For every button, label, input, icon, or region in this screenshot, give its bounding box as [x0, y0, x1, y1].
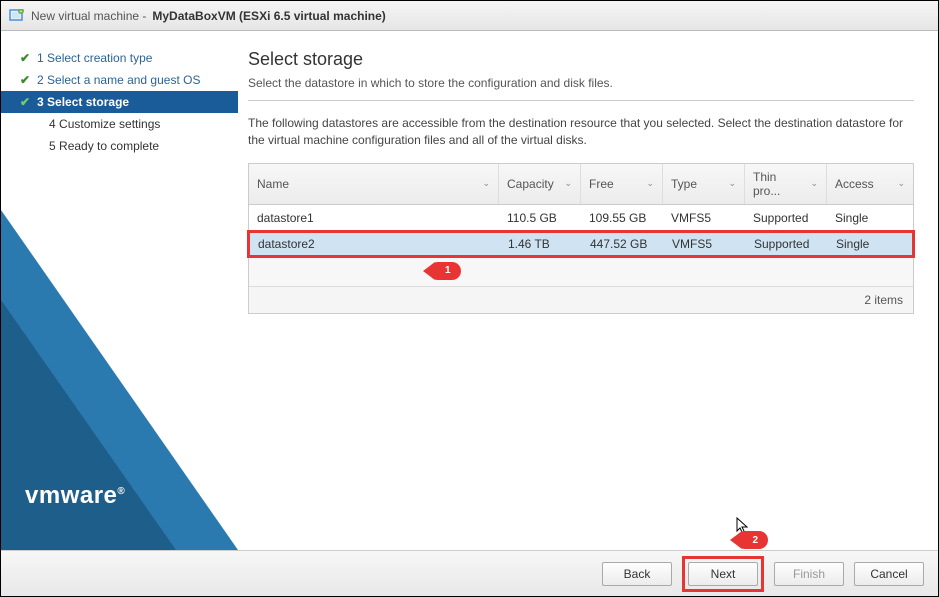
step-label: 4 Customize settings	[37, 117, 228, 131]
sort-caret-icon: ⌄	[646, 178, 654, 189]
table-header: Name⌄ Capacity⌄ Free⌄ Type⌄ Thin pro...⌄…	[249, 164, 913, 205]
table-row[interactable]: datastore1 110.5 GB 109.55 GB VMFS5 Supp…	[249, 205, 913, 232]
cell-free: 109.55 GB	[581, 205, 663, 231]
cell-capacity: 1.46 TB	[500, 233, 582, 255]
sort-caret-icon: ⌄	[810, 178, 818, 189]
col-access[interactable]: Access⌄	[827, 164, 913, 204]
wizard-footer: 2 Back Next Finish Cancel	[1, 550, 938, 596]
col-free[interactable]: Free⌄	[581, 164, 663, 204]
step-ready-to-complete[interactable]: ✔ 5 Ready to complete	[1, 135, 238, 157]
sort-caret-icon: ⌄	[482, 178, 490, 189]
title-prefix: New virtual machine -	[31, 9, 146, 23]
annotation-callout-2: 2	[736, 531, 768, 549]
main-content: Select storage Select the datastore in w…	[238, 31, 938, 550]
page-title: Select storage	[248, 49, 914, 70]
step-label: 2 Select a name and guest OS	[37, 73, 228, 87]
vm-icon: +	[9, 9, 25, 23]
next-button-highlight: Next	[682, 556, 764, 592]
step-customize-settings[interactable]: ✔ 4 Customize settings	[1, 113, 238, 135]
datastore-table: Name⌄ Capacity⌄ Free⌄ Type⌄ Thin pro...⌄…	[248, 163, 914, 314]
col-name[interactable]: Name⌄	[249, 164, 499, 204]
sort-caret-icon: ⌄	[728, 178, 736, 189]
sort-caret-icon: ⌄	[564, 178, 572, 189]
cell-capacity: 110.5 GB	[499, 205, 581, 231]
step-select-name-guest-os[interactable]: ✔ 2 Select a name and guest OS	[1, 69, 238, 91]
back-button[interactable]: Back	[602, 562, 672, 586]
table-footer: 2 items	[249, 286, 913, 313]
wizard-dialog: + New virtual machine - MyDataBoxVM (ESX…	[0, 0, 939, 597]
step-select-storage[interactable]: ✔ 3 Select storage	[1, 91, 238, 113]
cell-access: Single	[827, 205, 913, 231]
divider	[248, 100, 914, 101]
annotation-callout-1: 1	[429, 262, 461, 280]
cancel-button[interactable]: Cancel	[854, 562, 924, 586]
vmware-logo: vmware®	[25, 482, 125, 510]
col-thin-provisioning[interactable]: Thin pro...⌄	[745, 164, 827, 204]
steps-list: ✔ 1 Select creation type ✔ 2 Select a na…	[1, 31, 238, 157]
step-label: 1 Select creation type	[37, 51, 228, 65]
finish-button: Finish	[774, 562, 844, 586]
step-label: 3 Select storage	[37, 95, 228, 109]
checkmark-icon: ✔	[19, 95, 31, 109]
next-button[interactable]: Next	[688, 562, 758, 586]
wizard-steps-sidebar: ✔ 1 Select creation type ✔ 2 Select a na…	[1, 31, 238, 550]
svg-text:+: +	[20, 9, 23, 15]
cell-type: VMFS5	[663, 205, 745, 231]
title-vm-name: MyDataBoxVM (ESXi 6.5 virtual machine)	[152, 9, 385, 23]
cell-access: Single	[828, 233, 912, 255]
cell-type: VMFS5	[664, 233, 746, 255]
titlebar[interactable]: + New virtual machine - MyDataBoxVM (ESX…	[1, 1, 938, 31]
cell-thin: Supported	[746, 233, 828, 255]
page-description: The following datastores are accessible …	[248, 115, 914, 149]
table-spacer: 1	[249, 256, 913, 286]
sort-caret-icon: ⌄	[897, 178, 905, 189]
cell-name: datastore1	[249, 205, 499, 231]
checkmark-icon: ✔	[19, 51, 31, 65]
checkmark-icon: ✔	[19, 73, 31, 87]
cell-free: 447.52 GB	[582, 233, 664, 255]
cell-name: datastore2	[250, 233, 500, 255]
table-row-selected[interactable]: datastore2 1.46 TB 447.52 GB VMFS5 Suppo…	[247, 230, 915, 258]
step-label: 5 Ready to complete	[37, 139, 228, 153]
page-subtitle: Select the datastore in which to store t…	[248, 76, 914, 90]
cell-thin: Supported	[745, 205, 827, 231]
col-type[interactable]: Type⌄	[663, 164, 745, 204]
step-select-creation-type[interactable]: ✔ 1 Select creation type	[1, 47, 238, 69]
col-capacity[interactable]: Capacity⌄	[499, 164, 581, 204]
